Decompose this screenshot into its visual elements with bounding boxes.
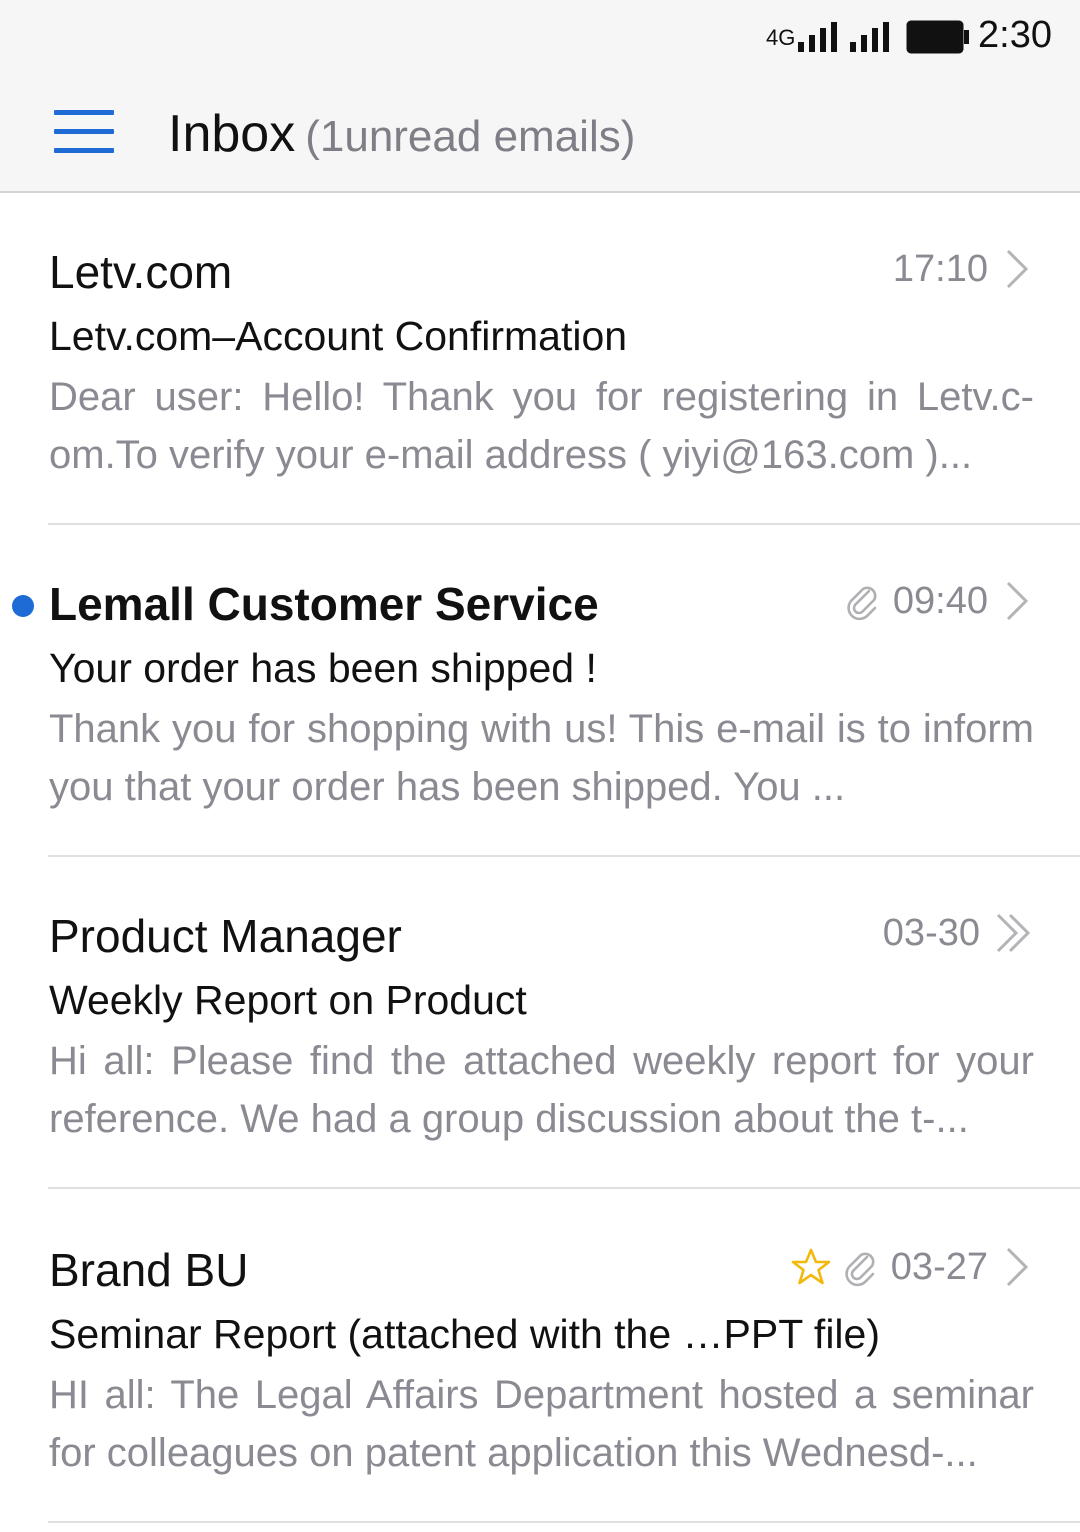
email-meta: 17:10 (893, 245, 1034, 293)
mail-app-screen: 4G 2:30 Inbox (1unread emails) Letv.com … (0, 0, 1080, 1532)
signal-icon (798, 22, 837, 52)
list-divider (48, 1187, 1080, 1189)
email-meta: 03-30 (883, 909, 1034, 957)
email-sender: Brand BU (49, 1244, 249, 1296)
email-subject: Your order has been shipped ! (49, 645, 597, 691)
status-time: 2:30 (978, 14, 1052, 56)
chevron-right-icon[interactable] (998, 1243, 1034, 1291)
email-sender: Product Manager (49, 910, 402, 962)
unread-count-label: (1unread emails) (305, 112, 636, 161)
page-title-group: Inbox (1unread emails) (168, 104, 635, 164)
email-list-item[interactable]: Product Manager 03-30 Weekly Report on P… (0, 857, 1080, 1189)
email-list-item[interactable]: Letv.com 17:10 Letv.com–Account Confirma… (0, 193, 1080, 525)
email-preview: Hi all: Please find the attached weekly … (49, 1039, 1034, 1141)
star-icon[interactable] (791, 1247, 831, 1287)
email-sender: Lemall Customer Service (49, 578, 599, 630)
email-time: 03-27 (890, 1245, 988, 1288)
battery-icon (906, 20, 969, 54)
email-time: 03-30 (882, 911, 980, 954)
email-meta: 03-27 (791, 1243, 1034, 1291)
email-time: 09:40 (892, 579, 988, 622)
email-list-item[interactable]: Lemall Customer Service 09:40 Your order… (0, 525, 1080, 857)
email-preview: HI all: The Legal Affairs Department hos… (49, 1373, 1034, 1475)
email-preview: Thank you for shopping with us! This e-m… (49, 707, 1034, 809)
status-bar: 4G 2:30 (0, 0, 1080, 72)
chevron-right-icon[interactable] (998, 577, 1034, 625)
signal-icon (850, 22, 889, 52)
email-list-item[interactable]: Brand BU 03-27 Seminar Report (attached … (0, 1191, 1080, 1523)
paperclip-icon (847, 586, 877, 621)
chevron-right-icon[interactable] (998, 245, 1034, 293)
email-subject: Seminar Report (attached with the …PPT f… (49, 1311, 880, 1357)
unread-dot-icon (12, 595, 34, 617)
list-divider (48, 1521, 1080, 1523)
email-subject: Letv.com–Account Confirmation (49, 313, 628, 359)
email-meta: 09:40 (843, 577, 1034, 625)
double-chevron-right-icon[interactable] (990, 909, 1034, 957)
email-preview: Dear user: Hello! Thank you for register… (49, 375, 1034, 477)
paperclip-icon (845, 1252, 875, 1287)
app-header: 4G 2:30 Inbox (1unread emails) (0, 0, 1080, 193)
page-title: Inbox (168, 105, 296, 163)
email-sender: Letv.com (49, 246, 233, 298)
email-subject: Weekly Report on Product (49, 977, 527, 1023)
email-time: 17:10 (892, 247, 988, 290)
network-type-label: 4G (766, 25, 796, 50)
hamburger-menu-icon[interactable] (54, 110, 116, 156)
